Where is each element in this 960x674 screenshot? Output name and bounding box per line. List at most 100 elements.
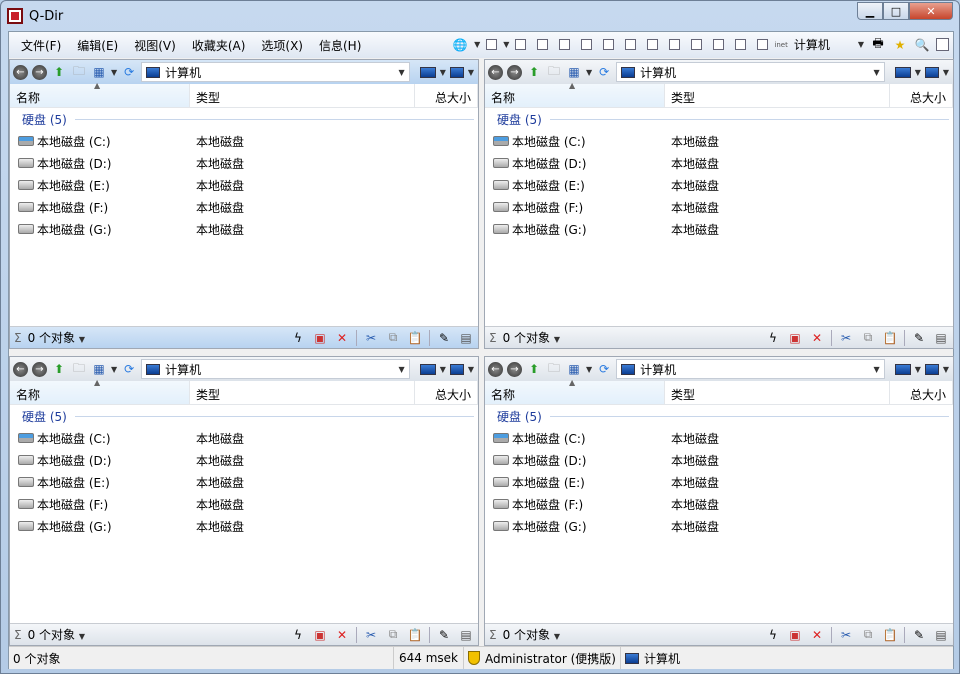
- group-header[interactable]: 硬盘 (5): [10, 108, 478, 130]
- paste-icon[interactable]: 📋: [882, 331, 898, 345]
- menu-favorites[interactable]: 收藏夹(A): [184, 37, 254, 54]
- copy-icon[interactable]: ⧉: [860, 330, 876, 345]
- layout-option-icon[interactable]: [647, 39, 659, 50]
- layout-option-icon[interactable]: [713, 39, 725, 50]
- location-dropdown[interactable]: ▼: [858, 40, 864, 49]
- lightning-icon[interactable]: ϟ: [765, 628, 781, 642]
- back-icon[interactable]: ←: [488, 361, 503, 377]
- layout-option-icon[interactable]: [603, 39, 615, 50]
- properties-icon[interactable]: ▣: [312, 331, 328, 345]
- computer-menu-icon[interactable]: [924, 363, 939, 375]
- layout-option-icon[interactable]: [581, 39, 593, 50]
- list-item[interactable]: 本地磁盘 (D:) 本地磁盘: [485, 449, 953, 471]
- forward-icon[interactable]: →: [507, 361, 522, 377]
- calculator-icon[interactable]: ▤: [933, 628, 949, 642]
- new-folder-icon[interactable]: 🗀: [546, 361, 562, 376]
- computer-menu-icon[interactable]: [924, 66, 939, 78]
- up-folder-icon[interactable]: ⬆: [526, 362, 542, 376]
- list-item[interactable]: 本地磁盘 (E:) 本地磁盘: [485, 174, 953, 196]
- properties-icon[interactable]: ▣: [787, 628, 803, 642]
- menu-edit[interactable]: 编辑(E): [69, 37, 126, 54]
- object-count[interactable]: 0 个对象: [28, 628, 75, 642]
- forward-icon[interactable]: →: [32, 361, 47, 377]
- new-folder-icon[interactable]: 🗀: [71, 361, 87, 376]
- back-icon[interactable]: ←: [488, 64, 503, 80]
- list-item[interactable]: 本地磁盘 (F:) 本地磁盘: [485, 493, 953, 515]
- delete-icon[interactable]: ✕: [809, 331, 825, 345]
- object-count[interactable]: 0 个对象: [503, 331, 550, 345]
- column-type[interactable]: 类型: [665, 381, 890, 404]
- desktop-icon[interactable]: [419, 66, 436, 78]
- refresh-icon[interactable]: ⟳: [596, 362, 612, 376]
- close-button[interactable]: ✕: [909, 2, 953, 20]
- list-item[interactable]: 本地磁盘 (D:) 本地磁盘: [10, 152, 478, 174]
- list-item[interactable]: 本地磁盘 (C:) 本地磁盘: [485, 427, 953, 449]
- list-item[interactable]: 本地磁盘 (C:) 本地磁盘: [10, 427, 478, 449]
- rename-icon[interactable]: ✎: [436, 331, 452, 345]
- paste-icon[interactable]: 📋: [407, 628, 423, 642]
- address-dropdown[interactable]: ▼: [874, 365, 880, 374]
- list-item[interactable]: 本地磁盘 (C:) 本地磁盘: [485, 130, 953, 152]
- column-name[interactable]: ▲ 名称: [485, 81, 665, 107]
- delete-icon[interactable]: ✕: [809, 628, 825, 642]
- layout-option-icon[interactable]: [559, 39, 571, 50]
- column-name[interactable]: ▲ 名称: [485, 378, 665, 404]
- minimize-button[interactable]: ▁: [857, 2, 883, 20]
- column-type[interactable]: 类型: [190, 381, 415, 404]
- column-name[interactable]: ▲ 名称: [10, 81, 190, 107]
- refresh-icon[interactable]: ⟳: [121, 65, 137, 79]
- view-mode-icon[interactable]: ▦: [91, 362, 107, 376]
- menu-options[interactable]: 选项(X): [253, 37, 311, 54]
- copy-icon[interactable]: ⧉: [860, 627, 876, 642]
- list-item[interactable]: 本地磁盘 (G:) 本地磁盘: [485, 515, 953, 537]
- refresh-icon[interactable]: ⟳: [596, 65, 612, 79]
- layout-menu-icon[interactable]: [486, 39, 498, 50]
- copy-icon[interactable]: ⧉: [385, 627, 401, 642]
- back-icon[interactable]: ←: [13, 64, 28, 80]
- list-item[interactable]: 本地磁盘 (E:) 本地磁盘: [10, 174, 478, 196]
- object-count[interactable]: 0 个对象: [28, 331, 75, 345]
- computer-menu-icon[interactable]: [449, 363, 464, 375]
- favorite-star-icon[interactable]: ★: [892, 38, 908, 52]
- cut-icon[interactable]: ✂: [838, 628, 854, 642]
- desktop-icon[interactable]: [894, 363, 911, 375]
- zoom-icon[interactable]: 🔍: [914, 38, 930, 52]
- column-size[interactable]: 总大小: [415, 84, 478, 107]
- calculator-icon[interactable]: ▤: [458, 628, 474, 642]
- globe-icon[interactable]: 🌐: [452, 38, 468, 52]
- rename-icon[interactable]: ✎: [911, 331, 927, 345]
- desktop-icon[interactable]: [419, 363, 436, 375]
- list-item[interactable]: 本地磁盘 (D:) 本地磁盘: [485, 152, 953, 174]
- refresh-icon[interactable]: ⟳: [121, 362, 137, 376]
- menu-file[interactable]: 文件(F): [13, 37, 69, 54]
- properties-icon[interactable]: ▣: [312, 628, 328, 642]
- address-dropdown[interactable]: ▼: [399, 68, 405, 77]
- cut-icon[interactable]: ✂: [838, 331, 854, 345]
- cut-icon[interactable]: ✂: [363, 628, 379, 642]
- lightning-icon[interactable]: ϟ: [290, 331, 306, 345]
- paste-icon[interactable]: 📋: [882, 628, 898, 642]
- up-folder-icon[interactable]: ⬆: [526, 65, 542, 79]
- view-mode-icon[interactable]: ▦: [566, 362, 582, 376]
- menu-info[interactable]: 信息(H): [311, 37, 369, 54]
- address-bar[interactable]: 计算机 ▼: [616, 62, 885, 82]
- address-bar[interactable]: 计算机 ▼: [141, 62, 410, 82]
- layout-option-icon[interactable]: [515, 39, 527, 50]
- copy-icon[interactable]: ⧉: [385, 330, 401, 345]
- layout-option-icon[interactable]: [757, 39, 769, 50]
- cut-icon[interactable]: ✂: [363, 331, 379, 345]
- menu-view[interactable]: 视图(V): [126, 37, 184, 54]
- column-type[interactable]: 类型: [665, 84, 890, 107]
- rename-icon[interactable]: ✎: [911, 628, 927, 642]
- properties-icon[interactable]: ▣: [787, 331, 803, 345]
- column-name[interactable]: ▲ 名称: [10, 378, 190, 404]
- delete-icon[interactable]: ✕: [334, 331, 350, 345]
- list-item[interactable]: 本地磁盘 (G:) 本地磁盘: [10, 515, 478, 537]
- print-icon[interactable]: 🖶: [870, 36, 886, 52]
- lightning-icon[interactable]: ϟ: [765, 331, 781, 345]
- view-mode-icon[interactable]: ▦: [91, 65, 107, 79]
- address-dropdown[interactable]: ▼: [399, 365, 405, 374]
- group-header[interactable]: 硬盘 (5): [10, 405, 478, 427]
- column-size[interactable]: 总大小: [890, 381, 953, 404]
- column-size[interactable]: 总大小: [415, 381, 478, 404]
